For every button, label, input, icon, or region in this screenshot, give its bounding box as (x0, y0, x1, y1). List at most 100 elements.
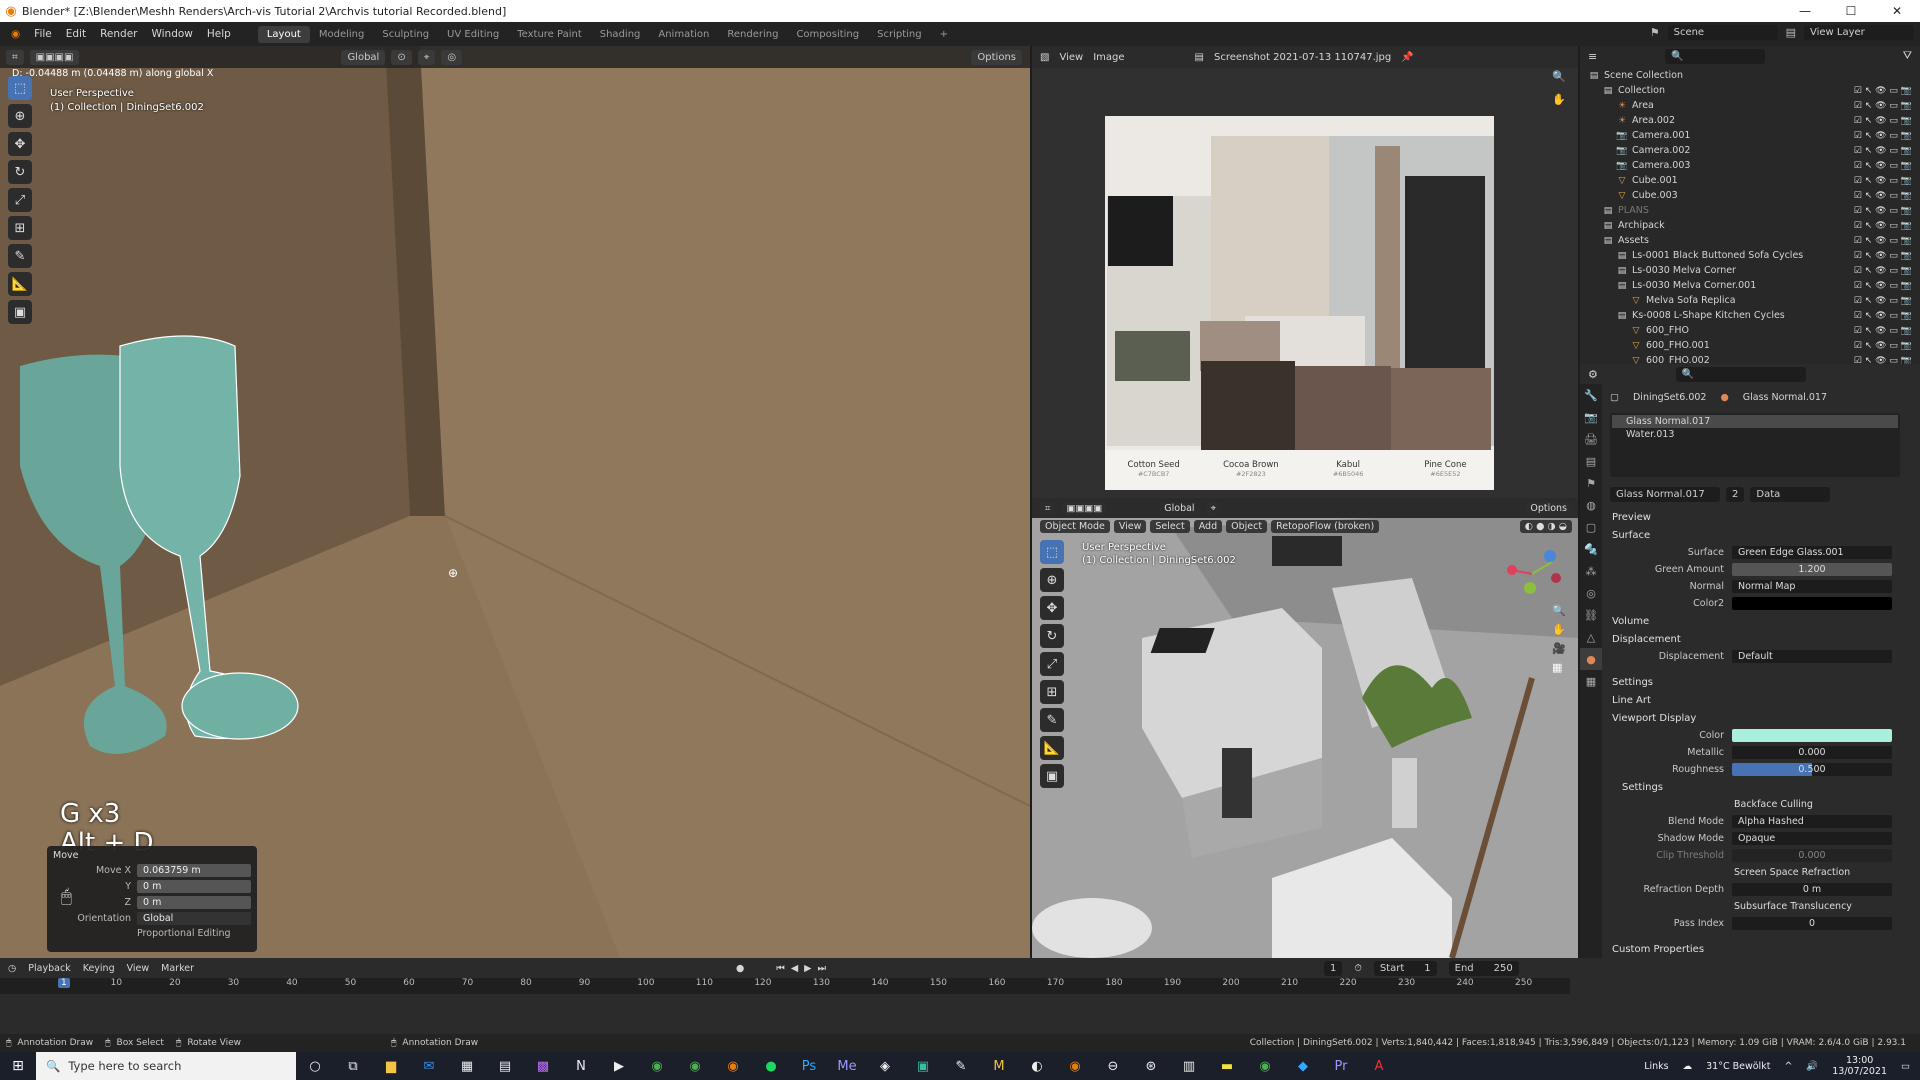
visibility-toggles[interactable]: ☑ ↖ 👁 ▭ 📷 (1854, 146, 1912, 156)
main-3d-viewport[interactable]: ⬚ ⊕ ✥ ↻ ⤢ ⊞ ✎ 📐 ▣ User Perspective (1) C… (0, 46, 1030, 958)
vp2-annotate-tool-icon[interactable]: ✎ (1040, 708, 1064, 732)
visibility-toggles[interactable]: ☑ ↖ 👁 ▭ 📷 (1854, 101, 1912, 111)
section-surface[interactable]: Surface (1602, 526, 1920, 544)
options-dropdown[interactable]: Options (971, 49, 1022, 65)
blender-menu-icon[interactable]: ◉ (4, 28, 27, 40)
material-users-count[interactable]: 2 (1726, 487, 1745, 502)
outliner-filter-icon[interactable]: ⛛ (1903, 49, 1912, 63)
chrome-icon[interactable]: ◉ (638, 1052, 676, 1080)
visibility-toggles[interactable]: ☑ ↖ 👁 ▭ 📷 (1854, 131, 1912, 141)
outliner-type-icon[interactable]: ≡ (1588, 50, 1597, 63)
material-tab-icon[interactable]: ● (1580, 648, 1602, 670)
select-box-tool-icon[interactable]: ⬚ (8, 76, 32, 100)
view-layer-tab-icon[interactable]: ▤ (1580, 450, 1602, 472)
image-filename[interactable]: Screenshot 2021-07-13 110747.jpg (1214, 52, 1391, 63)
vp2-rotate-tool-icon[interactable]: ↻ (1040, 624, 1064, 648)
photoshop-icon[interactable]: Ps (790, 1052, 828, 1080)
acrobat-icon[interactable]: A (1360, 1052, 1398, 1080)
visibility-toggles[interactable]: ☑ ↖ 👁 ▭ 📷 (1854, 161, 1912, 171)
material-link-dropdown[interactable]: Data (1750, 487, 1831, 502)
menu-edit[interactable]: Edit (59, 28, 93, 40)
chrome-3-icon[interactable]: ◉ (1246, 1052, 1284, 1080)
texture-tab-icon[interactable]: ▦ (1580, 670, 1602, 692)
outliner-item[interactable]: ▤ Ks-0008 L-Shape Kitchen Cycles ☑ ↖ 👁 ▭ 📷 (1580, 308, 1920, 323)
outliner-item[interactable]: ▽ Melva Sofa Replica ☑ ↖ 👁 ▭ 📷 (1580, 293, 1920, 308)
close-button[interactable]: ✕ (1874, 4, 1920, 18)
settings-row-value[interactable]: Backface Culling (1732, 798, 1892, 811)
visibility-toggles[interactable]: ☑ ↖ 👁 ▭ 📷 (1854, 191, 1912, 201)
snap-icon[interactable]: ⌖ (417, 49, 436, 65)
image-pin-icon[interactable]: 📌 (1401, 52, 1413, 63)
vp2-view-menu[interactable]: View (1113, 519, 1147, 533)
file-explorer-icon[interactable]: ▆ (372, 1052, 410, 1080)
constraints-tab-icon[interactable]: ⛓ (1580, 604, 1602, 626)
output-tab-icon[interactable]: 🖨 (1580, 428, 1602, 450)
clock-time[interactable]: 13:00 (1832, 1055, 1887, 1066)
rotate-tool-icon[interactable]: ↻ (8, 160, 32, 184)
visibility-toggles[interactable]: ☑ ↖ 👁 ▭ 📷 (1854, 236, 1912, 246)
orientation-dropdown[interactable]: Global (341, 49, 386, 65)
visibility-toggles[interactable]: ☑ ↖ 👁 ▭ 📷 (1854, 86, 1912, 96)
displacement-field[interactable]: Default (1732, 650, 1892, 663)
outliner-item[interactable]: ▤ Collection ☑ ↖ 👁 ▭ 📷 (1580, 83, 1920, 98)
cortana-icon[interactable]: ○ (296, 1052, 334, 1080)
visibility-toggles[interactable]: ☑ ↖ 👁 ▭ 📷 (1854, 281, 1912, 291)
record-icon[interactable]: ● (736, 963, 744, 974)
vp2-zoom-icon[interactable]: 🔍 (1552, 604, 1566, 617)
settings-row-value[interactable]: 0 m (1732, 883, 1892, 896)
material-slot-list[interactable]: Glass Normal.017 Water.013 (1610, 413, 1900, 477)
zoom-icon[interactable]: 🔍 (1552, 70, 1566, 83)
modifier-tab-icon[interactable]: 🔩 (1580, 538, 1602, 560)
vp2-scale-tool-icon[interactable]: ⤢ (1040, 652, 1064, 676)
menu-file[interactable]: File (27, 28, 59, 40)
vp2-shading-icons[interactable]: ◐ ● ◑ ◒ (1519, 519, 1572, 533)
workspace-tab-shading[interactable]: Shading (591, 26, 650, 43)
add-workspace-icon[interactable]: + (931, 26, 957, 43)
timeline-type-icon[interactable]: ◷ (8, 963, 16, 974)
spotify-icon[interactable]: ● (752, 1052, 790, 1080)
outliner-item[interactable]: 📷 Camera.002 ☑ ↖ 👁 ▭ 📷 (1580, 143, 1920, 158)
outliner-item[interactable]: ▤ Archipack ☑ ↖ 👁 ▭ 📷 (1580, 218, 1920, 233)
visibility-toggles[interactable]: ☑ ↖ 👁 ▭ 📷 (1854, 326, 1912, 336)
settings-row-value[interactable]: Subsurface Translucency (1732, 900, 1892, 913)
image-browse-icon[interactable]: ▤ (1195, 52, 1204, 63)
visibility-toggles[interactable]: ☑ ↖ 👁 ▭ 📷 (1854, 296, 1912, 306)
settings-row-value[interactable]: 0 (1732, 917, 1892, 930)
section-line-art[interactable]: Line Art (1602, 691, 1920, 709)
vp2-orientation-dropdown[interactable]: Global (1159, 501, 1200, 515)
visibility-toggles[interactable]: ☑ ↖ 👁 ▭ 📷 (1854, 356, 1912, 365)
workspace-tab-layout[interactable]: Layout (257, 25, 310, 43)
surface-row-value[interactable] (1732, 597, 1892, 610)
image-image-menu[interactable]: Image (1093, 52, 1124, 63)
section-settings[interactable]: Settings (1602, 673, 1920, 691)
tray-chevron-icon[interactable]: ^ (1784, 1061, 1792, 1072)
vp2-camera-icon[interactable]: 🎥 (1552, 642, 1566, 655)
timeline-editor[interactable]: ◷ Playback Keying View Marker ● ⏮◀▶⏭ 1 ⏱… (0, 958, 1920, 1034)
outliner-item[interactable]: ☀ Area ☑ ↖ 👁 ▭ 📷 (1580, 98, 1920, 113)
viewport-color-swatch[interactable] (1732, 729, 1892, 742)
workspace-tab-scripting[interactable]: Scripting (868, 26, 930, 43)
workspace-tab-compositing[interactable]: Compositing (787, 26, 868, 43)
transform-tool-icon[interactable]: ⊞ (8, 216, 32, 240)
settings-row-value[interactable]: Alpha Hashed (1732, 815, 1892, 828)
measure-tool-icon[interactable]: 📐 (8, 272, 32, 296)
surface-row-value[interactable]: Normal Map (1732, 580, 1892, 593)
workspace-tab-sculpting[interactable]: Sculpting (373, 26, 438, 43)
tool-tab-icon[interactable]: 🔧 (1580, 384, 1602, 406)
vp2-object-menu[interactable]: Object (1226, 519, 1268, 533)
workspace-tab-animation[interactable]: Animation (649, 26, 718, 43)
select-mode-icons[interactable]: ▣▣▣▣ (29, 49, 80, 65)
image-view-menu[interactable]: View (1059, 52, 1083, 63)
menu-help[interactable]: Help (200, 28, 238, 40)
notifications-icon[interactable]: ▭ (1901, 1061, 1910, 1072)
properties-type-icon[interactable]: ⚙ (1588, 368, 1598, 381)
proportional-icon[interactable]: ◎ (441, 49, 463, 65)
app-icon-17[interactable]: ◐ (1018, 1052, 1056, 1080)
navigation-gizmo-icon[interactable] (1502, 544, 1562, 604)
vp2-transform-tool-icon[interactable]: ⊞ (1040, 680, 1064, 704)
timeline-ruler[interactable]: 1 10 20 30 40 50 60 70 80 90 100 110 120 130 140 150 160… (0, 978, 1570, 994)
end-frame-field[interactable]: End 250 (1448, 960, 1519, 976)
outliner-item[interactable]: 📷 Camera.001 ☑ ↖ 👁 ▭ 📷 (1580, 128, 1920, 143)
vp2-cursor-tool-icon[interactable]: ⊕ (1040, 568, 1064, 592)
app-icon-13[interactable]: ◈ (866, 1052, 904, 1080)
